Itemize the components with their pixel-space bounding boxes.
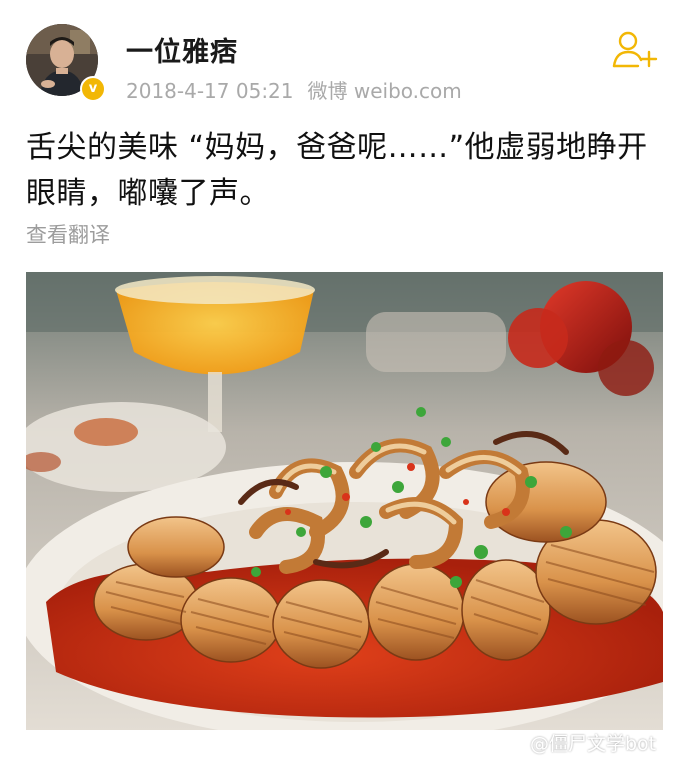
fried-squid-dish-image	[26, 272, 663, 730]
post-source[interactable]: 微博 weibo.com	[308, 79, 462, 103]
watermark: @僵尸文学bot	[530, 733, 657, 755]
post-timestamp: 2018-4-17 05:21	[126, 79, 294, 103]
follow-button[interactable]	[612, 30, 660, 70]
verified-badge-icon: v	[80, 76, 106, 102]
translate-link[interactable]: 查看翻译	[26, 219, 110, 249]
weibo-post-card: v 一位雅痞 2018-4-17 05:21 微博 weibo.com 舌尖的美味…	[0, 0, 690, 757]
username[interactable]: 一位雅痞	[126, 30, 238, 69]
post-text: 舌尖的美味 “妈妈，爸爸呢……”他虚弱地睁开 眼睛，嘟囔了声。	[26, 125, 666, 217]
add-user-icon	[612, 31, 658, 68]
post-text-line: 舌尖的美味 “妈妈，爸爸呢……”他虚弱地睁开	[26, 130, 648, 165]
post-photo[interactable]	[26, 272, 663, 730]
post-meta: 2018-4-17 05:21 微博 weibo.com	[126, 75, 462, 104]
post-text-line: 眼睛，嘟囔了声。	[26, 176, 270, 211]
